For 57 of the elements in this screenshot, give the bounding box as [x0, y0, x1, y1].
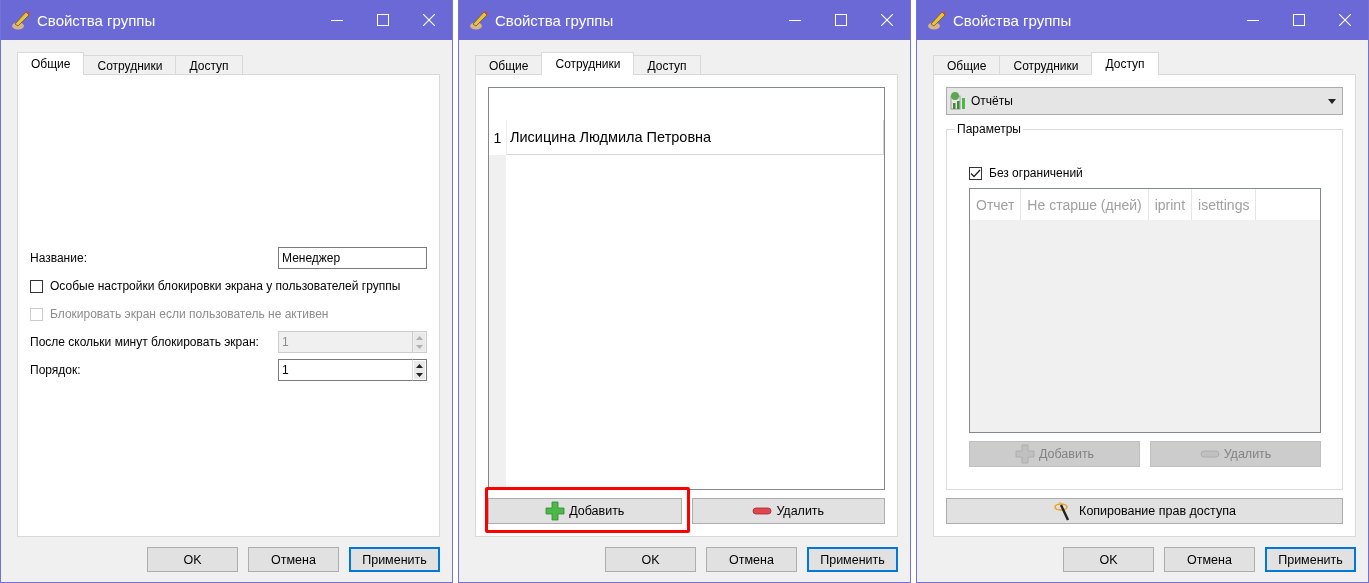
- dropdown[interactable]: Отчёты: [946, 87, 1343, 115]
- down-arrow-icon: [416, 344, 423, 349]
- tab[interactable]: Общие: [475, 55, 543, 75]
- spin-field[interactable]: 1: [278, 359, 412, 381]
- close-icon: [423, 14, 435, 26]
- tab[interactable]: Общие: [17, 52, 85, 75]
- plus-icon: [1014, 444, 1035, 464]
- maximize-icon: [377, 14, 389, 26]
- spin-up-button[interactable]: [414, 361, 425, 370]
- close-icon: [881, 14, 893, 26]
- tab[interactable]: Доступ: [1091, 52, 1159, 75]
- row-number: 1: [492, 128, 503, 148]
- tab[interactable]: Сотрудники: [999, 55, 1093, 75]
- pencil-icon: [11, 10, 31, 30]
- copy-rights-button[interactable]: Копирование прав доступа: [946, 498, 1343, 524]
- tab[interactable]: Сотрудники: [83, 55, 177, 75]
- dialog-button[interactable]: Отмена: [248, 547, 339, 572]
- group-title: Параметры: [955, 122, 1023, 136]
- text-field[interactable]: Менеджер: [278, 247, 427, 269]
- window-title: Свойства группы: [495, 11, 615, 29]
- window-title: Свойства группы: [953, 11, 1073, 29]
- field-label: После скольки минут блокировать экран:: [30, 335, 260, 349]
- tab[interactable]: Общие: [933, 55, 1001, 75]
- dialog-button[interactable]: Применить: [807, 547, 898, 572]
- tab[interactable]: Доступ: [633, 55, 701, 75]
- dialog-button[interactable]: Отмена: [1164, 547, 1255, 572]
- field-label: Название:: [30, 251, 88, 265]
- checkbox-label: Блокировать экран если пользователь не активен: [50, 307, 329, 321]
- dialog-button[interactable]: OK: [147, 547, 238, 572]
- checkbox-label: Особые настройки блокировки экрана у пользователей группы: [50, 279, 401, 293]
- table-cell[interactable]: Лисицина Людмила Петровна: [506, 120, 884, 155]
- plus-icon: [545, 501, 566, 521]
- dialog-button[interactable]: OK: [605, 547, 696, 572]
- tab[interactable]: Доступ: [175, 55, 243, 75]
- down-arrow-icon: [416, 372, 423, 377]
- up-arrow-icon: [416, 335, 423, 340]
- remove-button[interactable]: Удалить: [691, 498, 885, 524]
- caret-icon: [1328, 98, 1336, 104]
- maximize-icon: [1293, 14, 1305, 26]
- spin-down-button[interactable]: [414, 370, 425, 379]
- pencil-icon: [927, 10, 947, 30]
- checkbox-label: Без ограничений: [989, 166, 1083, 180]
- window-title: Свойства группы: [37, 11, 157, 29]
- tab[interactable]: Сотрудники: [541, 52, 635, 75]
- maximize-icon: [835, 14, 847, 26]
- dialog-button[interactable]: OK: [1063, 547, 1154, 572]
- field-label: Порядок:: [30, 363, 82, 377]
- checkbox[interactable]: [30, 279, 43, 293]
- report-chart-icon: [950, 91, 968, 111]
- close-icon: [1339, 14, 1351, 26]
- dialog-button[interactable]: Применить: [1265, 547, 1356, 572]
- add-button[interactable]: Добавить: [488, 498, 682, 524]
- up-arrow-icon: [416, 363, 423, 368]
- dialog-button[interactable]: Отмена: [706, 547, 797, 572]
- checkbox[interactable]: [969, 166, 982, 180]
- dialog-button[interactable]: Применить: [349, 547, 440, 572]
- pencil-icon: [469, 10, 489, 30]
